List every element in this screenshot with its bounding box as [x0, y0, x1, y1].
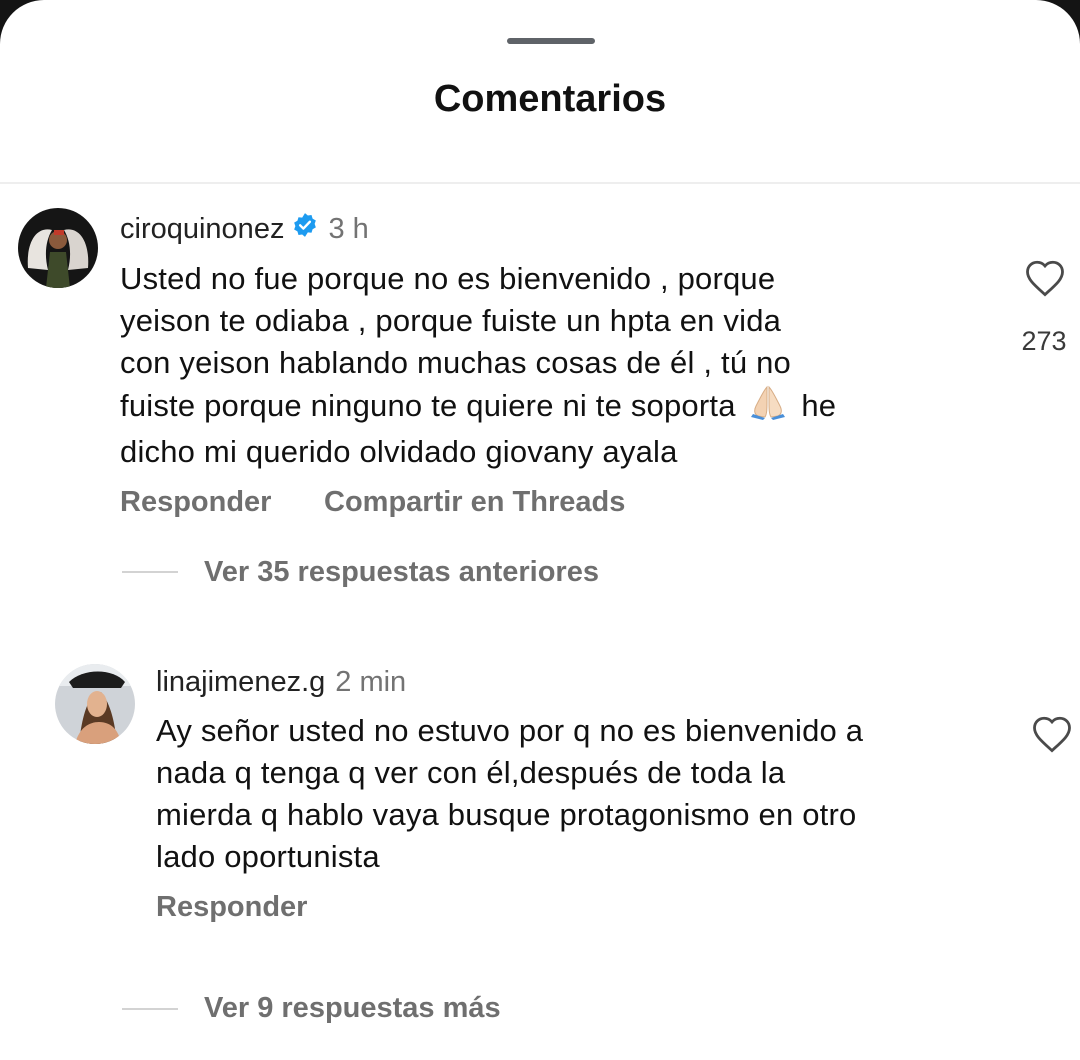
comment-line: Usted no fue porque no es bienvenido , p… [120, 261, 776, 296]
comment-time: 2 min [335, 666, 407, 698]
folded-hands-emoji [748, 384, 788, 431]
verified-badge-icon [292, 212, 318, 246]
drag-handle[interactable] [507, 38, 595, 44]
comment-text: Ay señor usted no estuvo por q no es bie… [156, 710, 1006, 878]
reply-button[interactable]: Responder [156, 891, 307, 924]
comment-line-text: fuiste porque ninguno te quiere ni te so… [120, 388, 736, 423]
avatar[interactable] [18, 208, 98, 288]
sheet-title: Comentarios [433, 78, 667, 120]
comments-sheet: Comentarios ciroquinonez 3 h Usted no fu… [0, 0, 1080, 1060]
comment-line: fuiste porque ninguno te quiere ni te so… [120, 384, 1000, 431]
comment-line: mierda q hablo vaya busque protagonismo … [156, 797, 857, 832]
comment-line: lado oportunista [156, 839, 380, 874]
comment-line: nada q tenga q ver con él,después de tod… [156, 755, 786, 790]
comment-header: ciroquinonez 3 h [120, 212, 369, 246]
comment-line: Ay señor usted no estuvo por q no es bie… [156, 713, 864, 748]
comment-line-text: he [801, 388, 837, 423]
view-replies-button[interactable]: Ver 35 respuestas anteriores [204, 556, 599, 589]
heart-outline-icon[interactable] [1024, 258, 1066, 303]
comment-time: 3 h [328, 212, 369, 245]
replies-divider [122, 571, 178, 573]
header-divider [0, 182, 1080, 184]
view-replies-button[interactable]: Ver 9 respuestas más [204, 992, 501, 1025]
comment-header: linajimenez.g 2 min [156, 666, 406, 699]
reply-button[interactable]: Responder [120, 486, 271, 519]
avatar[interactable] [55, 664, 135, 744]
username[interactable]: linajimenez.g [156, 666, 325, 699]
comment-line: yeison te odiaba , porque fuiste un hpta… [120, 303, 782, 338]
comment-text: Usted no fue porque no es bienvenido , p… [120, 258, 1000, 473]
comment-line: dicho mi querido olvidado giovany ayala [120, 434, 678, 469]
replies-divider [122, 1008, 178, 1010]
comment-line: con yeison hablando muchas cosas de él ,… [120, 345, 791, 380]
share-threads-button[interactable]: Compartir en Threads [324, 486, 625, 519]
like-count: 273 [1021, 326, 1067, 356]
username[interactable]: ciroquinonez [120, 213, 284, 246]
heart-outline-icon[interactable] [1031, 714, 1073, 759]
